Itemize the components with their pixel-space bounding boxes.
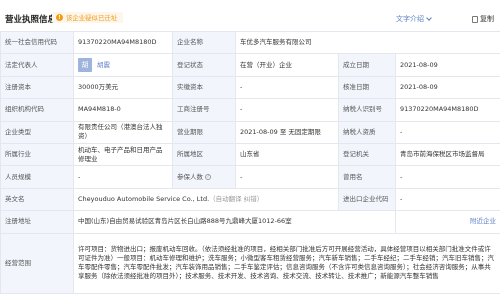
- table-row: 英文名 Cheyouduo Automobile Service Co., Lt…: [0, 187, 500, 212]
- industry-value: 机动车、电子产品和日用产品修理业: [73, 142, 173, 167]
- org-code-value: MA94M818-0: [73, 98, 173, 122]
- taxpayer-id-label: 纳税人识别号: [338, 98, 396, 122]
- insured-label-text: 参保人数: [177, 172, 203, 181]
- former-name-value: -: [394, 165, 500, 189]
- import-export-label: 进出口企业代码: [338, 187, 396, 212]
- ent-type-value: 有限责任公司（港澳台法人独资）: [73, 120, 173, 144]
- region-label: 所属地区: [172, 142, 236, 167]
- company-name-value: 车优多汽车服务有限公司: [234, 30, 500, 55]
- en-name-value: Cheyouduo Automobile Service Co., Ltd.: [78, 194, 210, 203]
- reg-authority-label: 登记机关: [338, 142, 396, 167]
- paid-capital-label: 实缴资本: [172, 75, 236, 100]
- insured-label: 参保人数?: [172, 165, 236, 189]
- business-license-table: 统一社会信用代码 91370220MA94M8180D 企业名称 车优多汽车服务…: [0, 30, 500, 294]
- text-intro-button[interactable]: 文字介绍: [396, 14, 432, 24]
- table-row: 注册地址 中国(山东)自由贸易试验区青岛片区长白山路888号九鼎峰大厦1012-…: [0, 210, 500, 234]
- relocation-notice-text: 该企业疑似已迁址: [66, 14, 118, 22]
- table-row: 企业类型 有限责任公司（港澳台法人独资） 营业期限 2021-08-09 至 无…: [0, 120, 500, 144]
- reg-address-value: 中国(山东)自由贸易试验区青岛片区长白山路888号九鼎峰大厦1012-66室: [73, 210, 396, 234]
- credit-code-value: 91370220MA94M8180D: [73, 30, 173, 55]
- approve-date-value: 2021-08-09: [394, 75, 500, 100]
- ent-type-label: 企业类型: [0, 120, 74, 144]
- est-date-value: 2021-08-09: [394, 53, 500, 77]
- biz-scope-value: 许可项目：货物进出口；报废机动车回收。（依法须经批准的项目，经相关部门批准后方可…: [72, 232, 500, 294]
- reg-capital-value: 30000万美元: [73, 75, 173, 100]
- en-name-cell: Cheyouduo Automobile Service Co., Ltd.（自…: [73, 187, 339, 212]
- credit-code-label: 统一社会信用代码: [0, 30, 74, 55]
- table-row: 组织机构代码 MA94M818-0 工商注册号 - 纳税人识别号 9137022…: [0, 98, 500, 122]
- reg-authority-value: 青岛市前海保税区市场监督局: [394, 142, 500, 167]
- section-header: 营业执照信息 ! 该企业疑似已迁址 文字介绍 复制: [0, 0, 500, 30]
- industry-label: 所属行业: [0, 142, 74, 167]
- legal-rep-link[interactable]: 胡震: [97, 61, 110, 69]
- staff-size-value: -: [73, 165, 173, 189]
- reg-capital-label: 注册资本: [0, 75, 74, 100]
- reg-status-label: 登记状态: [172, 53, 236, 77]
- reg-status-value: 在营（开业）企业: [235, 53, 339, 77]
- en-name-label: 英文名: [0, 187, 74, 212]
- biz-term-value: 2021-08-09 至 无固定期限: [235, 120, 339, 144]
- nearby-companies-link[interactable]: 附近企业: [394, 210, 500, 234]
- taxpayer-qual-value: -: [394, 120, 500, 144]
- table-row: 统一社会信用代码 91370220MA94M8180D 企业名称 车优多汽车服务…: [0, 30, 500, 55]
- warning-icon: !: [56, 14, 63, 21]
- legal-rep-cell: 胡胡震: [73, 53, 173, 77]
- avatar: 胡: [78, 58, 92, 73]
- biz-reg-no-label: 工商注册号: [172, 98, 236, 122]
- help-icon[interactable]: ?: [205, 173, 211, 180]
- copy-label: 复制: [480, 15, 494, 23]
- biz-term-label: 营业期限: [172, 120, 236, 144]
- table-row: 法定代表人 胡胡震 登记状态 在营（开业）企业 成立日期 2021-08-09: [0, 53, 500, 77]
- biz-scope-label: 经营范围: [0, 232, 74, 294]
- table-row: 所属行业 机动车、电子产品和日用产品修理业 所属地区 山东省 登记机关 青岛市前…: [0, 142, 500, 167]
- staff-size-label: 人员规模: [0, 165, 74, 189]
- insured-value: -: [235, 165, 339, 189]
- company-name-label: 企业名称: [172, 30, 236, 55]
- approve-date-label: 核准日期: [338, 75, 396, 100]
- import-export-value: -: [394, 187, 500, 212]
- table-row: 经营范围 许可项目：货物进出口；报废机动车回收。（依法须经批准的项目，经相关部门…: [0, 232, 500, 294]
- chevron-down-icon: [426, 15, 432, 21]
- paid-capital-value: -: [235, 75, 339, 100]
- section-title: 营业执照信息: [5, 15, 57, 25]
- reg-address-label: 注册地址: [0, 210, 74, 234]
- legal-rep-label: 法定代表人: [0, 53, 74, 77]
- taxpayer-id-value: 91370220MA94M8180D: [394, 98, 500, 122]
- copy-icon: [470, 15, 478, 27]
- relocation-notice: ! 该企业疑似已迁址: [52, 12, 124, 23]
- copy-button[interactable]: 复制: [470, 14, 494, 27]
- biz-reg-no-value: -: [235, 98, 339, 122]
- table-row: 人员规模 - 参保人数? - 曾用名 -: [0, 165, 500, 189]
- translate-note[interactable]: （自动翻译 纠错）: [209, 195, 263, 203]
- org-code-label: 组织机构代码: [0, 98, 74, 122]
- taxpayer-qual-label: 纳税人资质: [338, 120, 396, 144]
- region-value: 山东省: [235, 142, 339, 167]
- table-row: 注册资本 30000万美元 实缴资本 - 核准日期 2021-08-09: [0, 75, 500, 100]
- est-date-label: 成立日期: [338, 53, 396, 77]
- text-intro-label: 文字介绍: [396, 15, 424, 23]
- former-name-label: 曾用名: [338, 165, 396, 189]
